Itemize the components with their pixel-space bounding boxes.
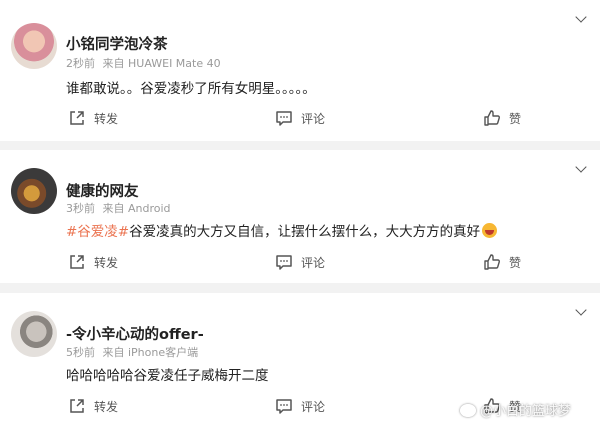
share-icon xyxy=(68,109,86,127)
comment-card: 健康的网友 3秒前 来自 Android #谷爱凌#谷爱凌真的大方又自信，让摆什… xyxy=(0,150,600,283)
share-button[interactable]: 转发 xyxy=(68,394,118,418)
post-time: 5秒前 xyxy=(66,346,95,359)
share-button[interactable]: 转发 xyxy=(68,106,118,130)
username[interactable]: 健康的网友 xyxy=(66,180,139,201)
post-time: 2秒前 xyxy=(66,57,95,70)
comment-button[interactable]: 评论 xyxy=(275,394,325,418)
share-icon xyxy=(68,397,86,415)
laughing-emoji-icon xyxy=(482,223,498,238)
avatar[interactable] xyxy=(11,168,57,214)
topic-link[interactable]: #谷爱凌# xyxy=(66,224,129,240)
post-source: 来自 HUAWEI Mate 40 xyxy=(102,57,221,70)
comment-icon xyxy=(275,109,293,127)
share-button[interactable]: 转发 xyxy=(68,250,118,274)
chevron-down-icon[interactable] xyxy=(576,164,586,174)
share-label: 转发 xyxy=(94,255,119,270)
avatar[interactable] xyxy=(11,311,57,357)
thumbs-up-icon xyxy=(483,253,501,271)
post-meta: 2秒前 来自 HUAWEI Mate 40 xyxy=(66,55,221,71)
comment-button[interactable]: 评论 xyxy=(275,106,325,130)
comment-label: 评论 xyxy=(301,255,326,270)
post-meta: 5秒前 来自 iPhone客户端 xyxy=(66,344,198,360)
share-label: 转发 xyxy=(94,399,119,414)
comment-card: 小铭同学泡冷茶 2秒前 来自 HUAWEI Mate 40 谁都敢说。。谷爱凌秒… xyxy=(0,0,600,141)
thumbs-up-icon xyxy=(483,109,501,127)
username[interactable]: -令小辛心动的offer- xyxy=(66,323,204,344)
comment-icon xyxy=(275,397,293,415)
action-bar: 转发 评论 赞 xyxy=(0,106,600,130)
like-button[interactable]: 赞 xyxy=(483,106,521,130)
comment-text: 谁都敢说。。谷爱凌秒了所有女明星。。。。。 xyxy=(66,81,316,97)
avatar[interactable] xyxy=(11,23,57,69)
username[interactable]: 小铭同学泡冷茶 xyxy=(66,33,168,54)
comment-text: 哈哈哈哈哈谷爱凌任子威梅开二度 xyxy=(66,368,269,384)
comment-button[interactable]: 评论 xyxy=(275,250,325,274)
chevron-down-icon[interactable] xyxy=(576,307,586,317)
share-label: 转发 xyxy=(94,111,119,126)
like-label: 赞 xyxy=(509,111,522,126)
post-time: 3秒前 xyxy=(66,202,95,215)
comment-icon xyxy=(275,253,293,271)
post-source: 来自 iPhone客户端 xyxy=(102,346,199,359)
like-button[interactable]: 赞 xyxy=(483,250,521,274)
post-meta: 3秒前 来自 Android xyxy=(66,200,171,216)
like-label: 赞 xyxy=(509,255,522,270)
comment-text: #谷爱凌#谷爱凌真的大方又自信，让摆什么摆什么，大大方方的真好 xyxy=(66,220,498,240)
share-icon xyxy=(68,253,86,271)
watermark-text: @小白的篮球梦 xyxy=(480,404,572,419)
comment-body: 谷爱凌真的大方又自信，让摆什么摆什么，大大方方的真好 xyxy=(129,224,481,240)
chevron-down-icon[interactable] xyxy=(576,14,586,24)
watermark: @小白的篮球梦 xyxy=(460,400,571,419)
comment-label: 评论 xyxy=(301,111,326,126)
action-bar: 转发 评论 赞 xyxy=(0,250,600,274)
post-source: 来自 Android xyxy=(102,202,171,215)
comment-label: 评论 xyxy=(301,399,326,414)
weibo-icon xyxy=(460,404,476,417)
